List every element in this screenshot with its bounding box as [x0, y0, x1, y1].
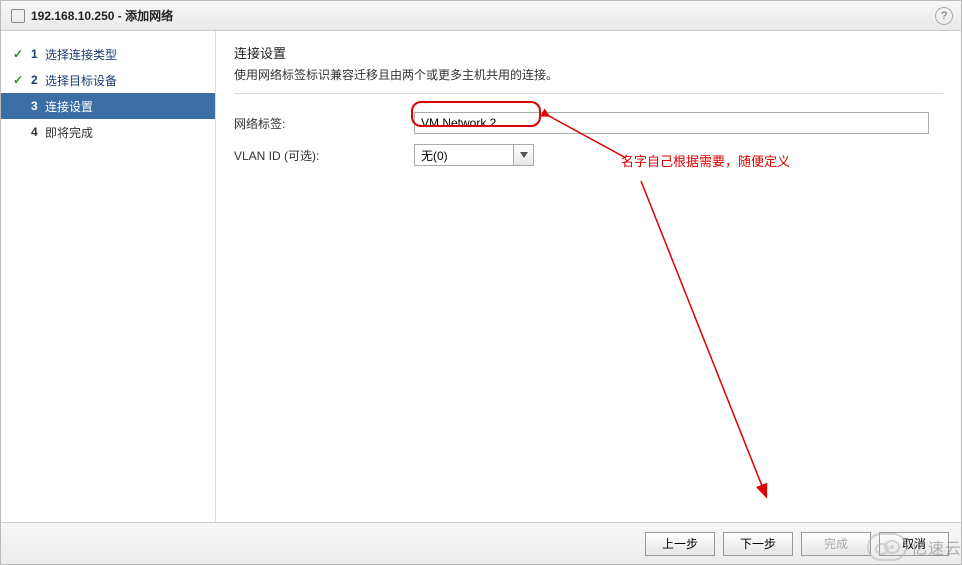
check-icon: ✓	[13, 73, 27, 87]
step-label: 连接设置	[45, 98, 93, 115]
divider	[234, 93, 943, 94]
step-3[interactable]: ✓ 3 连接设置	[1, 93, 215, 119]
dialog-window: 192.168.10.250 - 添加网络 ? ✓ 1 选择连接类型 ✓ 2 选…	[0, 0, 962, 565]
step-label: 选择目标设备	[45, 72, 117, 89]
step-1[interactable]: ✓ 1 选择连接类型	[1, 41, 215, 67]
step-number: 3	[31, 99, 45, 113]
next-button[interactable]: 下一步	[723, 532, 793, 556]
step-number: 2	[31, 73, 45, 87]
step-label: 即将完成	[45, 124, 93, 141]
help-button[interactable]: ?	[935, 7, 953, 25]
annotation-text: 名字自己根据需要，随便定义	[621, 151, 790, 170]
chevron-down-icon	[513, 145, 533, 165]
section-title: 连接设置	[234, 43, 943, 62]
footer: 上一步 下一步 完成 取消	[1, 522, 961, 564]
finish-button[interactable]: 完成	[801, 532, 871, 556]
row-vlan-id: VLAN ID (可选): 无(0)	[234, 144, 943, 166]
network-label-text: 网络标签:	[234, 115, 414, 132]
step-2[interactable]: ✓ 2 选择目标设备	[1, 67, 215, 93]
titlebar: 192.168.10.250 - 添加网络 ?	[1, 1, 961, 31]
cancel-button[interactable]: 取消	[879, 532, 949, 556]
step-4[interactable]: ✓ 4 即将完成	[1, 119, 215, 145]
annotation-arrow-2	[636, 176, 816, 506]
vlan-selected-value: 无(0)	[415, 147, 513, 164]
vlan-select[interactable]: 无(0)	[414, 144, 534, 166]
device-icon	[11, 9, 25, 23]
back-button[interactable]: 上一步	[645, 532, 715, 556]
section-description: 使用网络标签标识兼容迁移且由两个或更多主机共用的连接。	[234, 66, 943, 83]
dialog-body: ✓ 1 选择连接类型 ✓ 2 选择目标设备 ✓ 3 连接设置 ✓ 4 即将完成 …	[1, 31, 961, 522]
step-label: 选择连接类型	[45, 46, 117, 63]
step-number: 4	[31, 125, 45, 139]
vlan-label-text: VLAN ID (可选):	[234, 147, 414, 164]
check-icon: ✓	[13, 47, 27, 61]
step-number: 1	[31, 47, 45, 61]
main-panel: 连接设置 使用网络标签标识兼容迁移且由两个或更多主机共用的连接。 网络标签: V…	[216, 31, 961, 522]
wizard-sidebar: ✓ 1 选择连接类型 ✓ 2 选择目标设备 ✓ 3 连接设置 ✓ 4 即将完成	[1, 31, 216, 522]
network-label-input[interactable]	[414, 112, 929, 134]
row-network-label: 网络标签:	[234, 112, 943, 134]
window-title: 192.168.10.250 - 添加网络	[31, 7, 173, 24]
